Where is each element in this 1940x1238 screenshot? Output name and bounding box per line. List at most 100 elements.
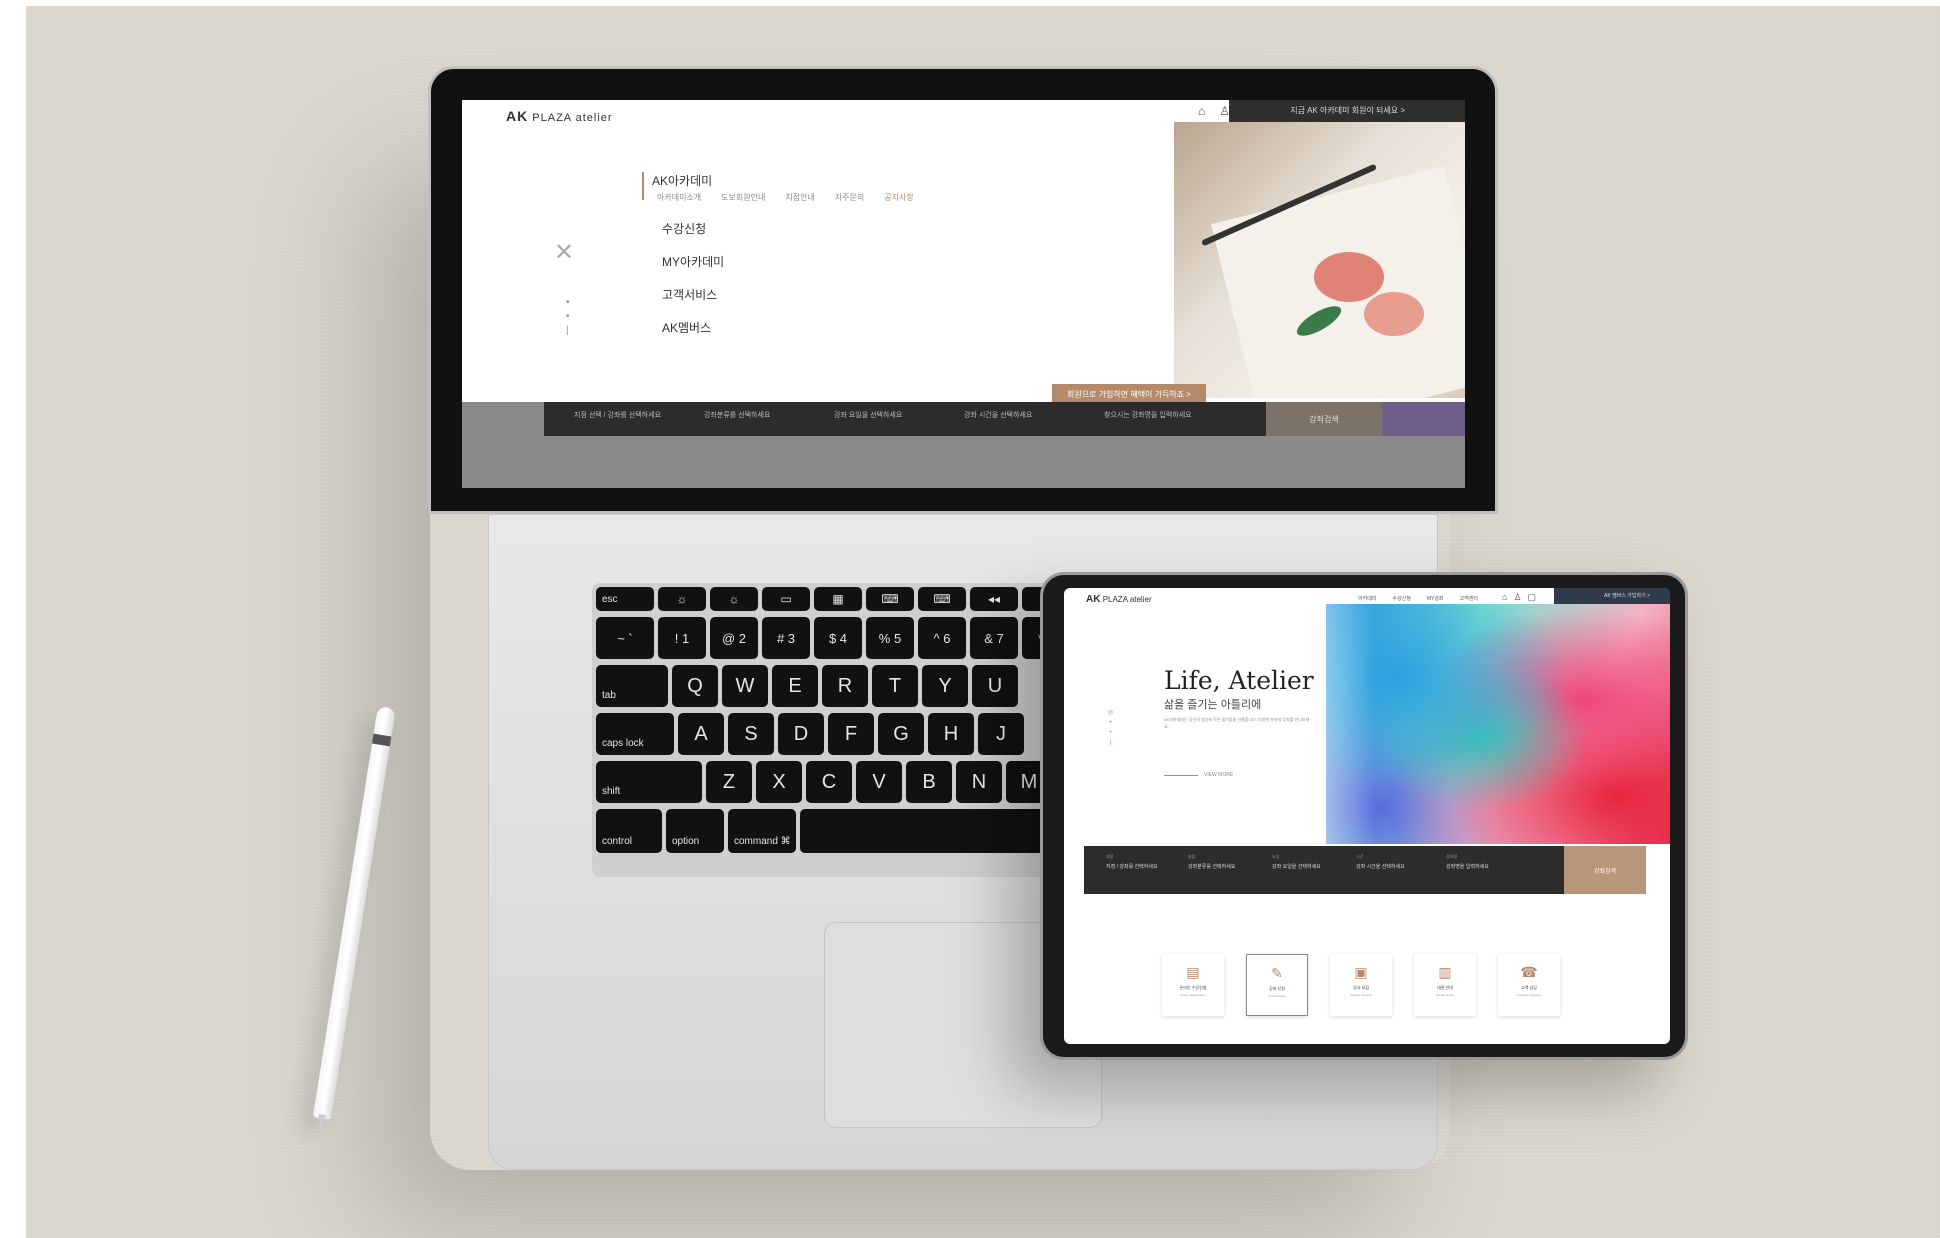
key-tab[interactable]: tab <box>596 665 668 707</box>
search-field[interactable]: 강좌분류를 선택하세요 <box>704 410 770 420</box>
key-5[interactable]: % 5 <box>866 617 914 659</box>
search-field-label: 요일 <box>1272 854 1280 859</box>
more-line <box>1164 775 1198 776</box>
cart-icon[interactable]: ▢ <box>1528 592 1537 603</box>
topbar-link[interactable]: 지금 AK 아카데미 회원이 되세요 > <box>1290 105 1405 116</box>
menu-item[interactable]: 수강신청 <box>662 220 724 237</box>
search-field[interactable]: 강좌명 강좌명을 입력하세요 <box>1446 854 1489 870</box>
key-s[interactable]: S <box>728 713 774 755</box>
key-4[interactable]: $ 4 <box>814 617 862 659</box>
search-field[interactable]: 강좌 요일을 선택하세요 <box>834 410 902 420</box>
key-7[interactable]: & 7 <box>970 617 1018 659</box>
quick-card[interactable]: ▤ 온라인 수강신청 Online Registration <box>1162 954 1224 1016</box>
key-a[interactable]: A <box>678 713 724 755</box>
topbar-link[interactable]: AK 멤버스 가입하기 > <box>1604 592 1650 599</box>
key-rewind[interactable]: ◂◂ <box>970 587 1018 611</box>
site-logo[interactable]: AK PLAZA atelier <box>506 108 613 124</box>
sub-link[interactable]: 도보회원안내 <box>721 192 765 203</box>
search-field[interactable]: 찾으시는 강좌명을 입력하세요 <box>1104 410 1192 420</box>
search-button[interactable]: 강좌검색 <box>1564 846 1646 894</box>
store-icon[interactable]: ⌂ <box>1502 592 1507 603</box>
card-sub: Teacher Recruit <box>1350 993 1372 997</box>
card-title: 온라인 수강신청 <box>1179 985 1207 990</box>
key-option[interactable]: option <box>666 809 724 853</box>
key-shift[interactable]: shift <box>596 761 702 803</box>
nav-item[interactable]: 아카데미 <box>1358 595 1376 602</box>
laptop-screen: AK PLAZA atelier ⌂ ♙ ▢ 지금 AK 아카데미 회원이 되세… <box>462 100 1465 488</box>
key-j[interactable]: J <box>978 713 1024 755</box>
hero-image <box>1326 604 1670 844</box>
quick-card[interactable]: ✎ 강좌 신청 Course Apply <box>1246 954 1308 1016</box>
key-v[interactable]: V <box>856 761 902 803</box>
key-2[interactable]: @ 2 <box>710 617 758 659</box>
topbar: 지금 AK 아카데미 회원이 되세요 > <box>1229 100 1465 122</box>
sub-link[interactable]: 자주문의 <box>835 192 864 203</box>
search-field-label: 강좌명 <box>1446 854 1458 859</box>
sub-link[interactable]: 지점안내 <box>785 192 814 203</box>
nav-title[interactable]: AK아카데미 <box>652 172 712 189</box>
key-w[interactable]: W <box>722 665 768 707</box>
key-command[interactable]: command ⌘ <box>728 809 796 853</box>
key-h[interactable]: H <box>928 713 974 755</box>
search-bar: 지점 선택 / 강좌를 선택하세요 강좌분류를 선택하세요 강좌 요일을 선택하… <box>544 402 1266 436</box>
search-button[interactable]: 강좌검색 <box>1266 402 1382 436</box>
key-n[interactable]: N <box>956 761 1002 803</box>
key-3[interactable]: # 3 <box>762 617 810 659</box>
nav-item[interactable]: MY강좌 <box>1427 595 1444 602</box>
sub-link[interactable]: 아카데미소개 <box>657 192 701 203</box>
key-brightness-up[interactable]: ☼ <box>710 587 758 611</box>
side-tab[interactable] <box>1382 402 1465 436</box>
nav-item[interactable]: 수강신청 <box>1392 595 1410 602</box>
quick-card[interactable]: ▥ 대관 안내 Rental Guide <box>1414 954 1476 1016</box>
key-e[interactable]: E <box>772 665 818 707</box>
search-field[interactable]: 지점 선택 / 강좌를 선택하세요 <box>574 410 661 420</box>
user-icon[interactable]: ♙ <box>1513 592 1521 603</box>
close-icon[interactable]: ✕ <box>554 238 574 267</box>
key-z[interactable]: Z <box>706 761 752 803</box>
key-t[interactable]: T <box>872 665 918 707</box>
key-kbd-light-up[interactable]: ⌨ <box>918 587 966 611</box>
search-field[interactable]: 지점 지점 / 강좌를 선택하세요 <box>1106 854 1158 870</box>
key-g[interactable]: G <box>878 713 924 755</box>
store-icon[interactable]: ⌂ <box>1198 104 1205 118</box>
key-space[interactable] <box>800 809 1050 853</box>
logo-text: PLAZA atelier <box>1102 595 1152 604</box>
quick-card[interactable]: ▣ 강사 모집 Teacher Recruit <box>1330 954 1392 1016</box>
search-field[interactable]: 강좌 시간을 선택하세요 <box>964 410 1032 420</box>
side-indicator: • • | <box>566 297 570 336</box>
search-field[interactable]: 시간 강좌 시간을 선택하세요 <box>1356 854 1405 870</box>
key-d[interactable]: D <box>778 713 824 755</box>
key-launchpad[interactable]: ▦ <box>814 587 862 611</box>
key-kbd-light-down[interactable]: ⌨ <box>866 587 914 611</box>
view-more-link[interactable]: VIEW MORE <box>1204 772 1233 778</box>
key-b[interactable]: B <box>906 761 952 803</box>
key-tilde[interactable]: ~ ` <box>596 617 654 659</box>
sub-link[interactable]: 공지사항 <box>884 192 913 203</box>
key-mission-control[interactable]: ▭ <box>762 587 810 611</box>
key-r[interactable]: R <box>822 665 868 707</box>
key-1[interactable]: ! 1 <box>658 617 706 659</box>
key-f[interactable]: F <box>828 713 874 755</box>
key-6[interactable]: ^ 6 <box>918 617 966 659</box>
key-brightness-down[interactable]: ☼ <box>658 587 706 611</box>
menu-item[interactable]: 고객서비스 <box>662 286 724 303</box>
search-field[interactable]: 요일 강좌 요일을 선택하세요 <box>1272 854 1321 870</box>
nav-accent <box>642 172 644 200</box>
menu-item[interactable]: MY아카데미 <box>662 253 724 270</box>
nav-item[interactable]: 고객센터 <box>1460 595 1478 602</box>
search-field-label: 지점 <box>1106 854 1114 859</box>
key-y[interactable]: Y <box>922 665 968 707</box>
briefcase-icon: ▣ <box>1354 964 1368 980</box>
search-field[interactable]: 분류 강좌분류를 선택하세요 <box>1188 854 1235 870</box>
key-c[interactable]: C <box>806 761 852 803</box>
key-u[interactable]: U <box>972 665 1018 707</box>
key-x[interactable]: X <box>756 761 802 803</box>
key-control[interactable]: control <box>596 809 662 853</box>
key-esc[interactable]: esc <box>596 587 654 611</box>
key-caps-lock[interactable]: caps lock <box>596 713 674 755</box>
cta-button[interactable]: 회원으로 가입하면 혜택이 가득하죠 > <box>1052 384 1206 404</box>
menu-item[interactable]: AK멤버스 <box>662 319 724 336</box>
site-logo[interactable]: AK PLAZA atelier <box>1086 594 1152 605</box>
key-q[interactable]: Q <box>672 665 718 707</box>
quick-card[interactable]: ☎ 고객 상담 Customer Support <box>1498 954 1560 1016</box>
